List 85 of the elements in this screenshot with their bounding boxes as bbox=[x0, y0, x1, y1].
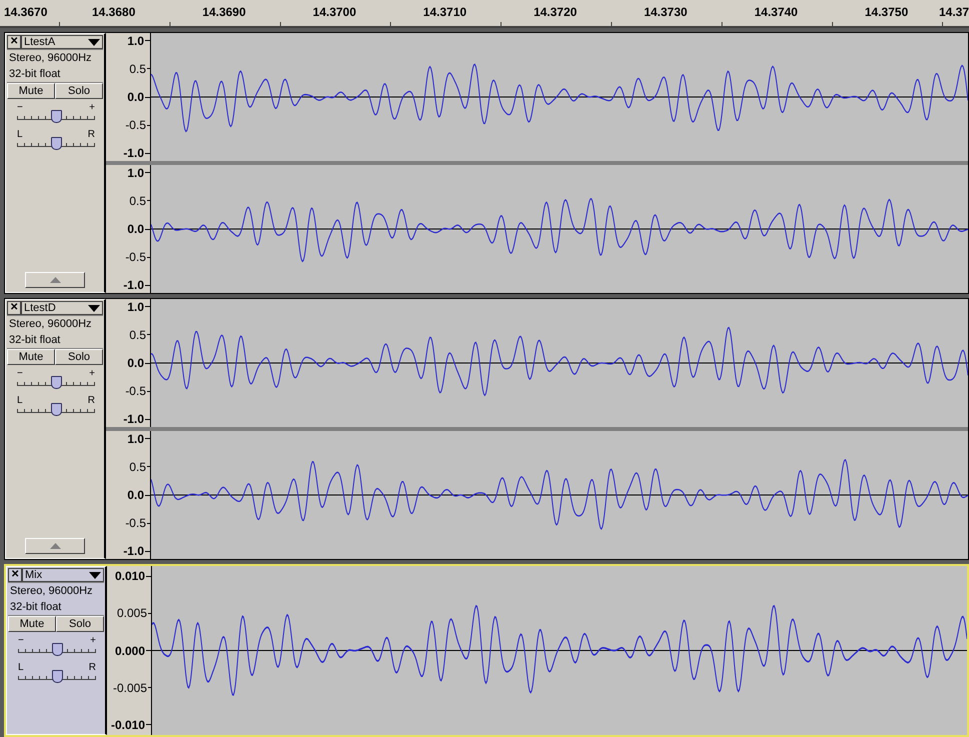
amplitude-label: 0.5 bbox=[129, 328, 147, 342]
solo-button[interactable]: Solo bbox=[55, 83, 103, 99]
slider-thumb[interactable] bbox=[51, 110, 62, 123]
pan-slider[interactable] bbox=[17, 140, 95, 147]
time-label: 14.3720 bbox=[534, 4, 578, 19]
track-info: 32-bit float bbox=[8, 333, 62, 348]
slider-min-label: L bbox=[17, 396, 23, 406]
solo-button[interactable]: Solo bbox=[55, 349, 103, 365]
track-name-menu[interactable]: LtestD bbox=[21, 301, 103, 315]
amplitude-label: 1.0 bbox=[127, 432, 145, 446]
slider-min-label: − bbox=[17, 369, 23, 379]
track-info: Stereo, 96000Hz bbox=[9, 584, 94, 599]
slider-max-label: R bbox=[88, 130, 95, 140]
amplitude-label: -1.0 bbox=[123, 412, 145, 426]
slider-min-label: L bbox=[18, 663, 24, 673]
mute-button[interactable]: Mute bbox=[7, 83, 55, 99]
close-button[interactable]: ✕ bbox=[7, 35, 21, 49]
time-label: 14.3750 bbox=[864, 4, 908, 19]
amplitude-label: -1.0 bbox=[123, 146, 145, 160]
up-triangle-icon bbox=[50, 277, 60, 283]
slider-min-label: − bbox=[17, 103, 23, 113]
amplitude-label: -0.5 bbox=[125, 250, 147, 264]
time-label: 14.3740 bbox=[754, 4, 799, 19]
slider-max-label: + bbox=[89, 103, 95, 113]
time-label: 14.3680 bbox=[92, 4, 136, 19]
amplitude-label: 0.5 bbox=[129, 460, 147, 474]
amplitude-label: 0.0 bbox=[127, 222, 145, 236]
up-triangle-icon bbox=[50, 543, 60, 549]
track-info: 32-bit float bbox=[8, 67, 62, 82]
slider-min-label: − bbox=[18, 636, 24, 646]
amplitude-label: 0.010 bbox=[114, 569, 146, 584]
track-info: Stereo, 96000Hz bbox=[8, 51, 93, 66]
pan-slider[interactable] bbox=[17, 406, 95, 413]
dropdown-triangle-icon bbox=[88, 304, 100, 312]
slider-thumb[interactable] bbox=[51, 403, 62, 416]
close-button[interactable]: ✕ bbox=[7, 301, 21, 315]
amplitude-label: 0.5 bbox=[129, 194, 147, 208]
time-ruler[interactable]: 14.3670 14.3680 14.3690 14.3700 14.3710 14.3720 14.3730 14.3740 14.3750 14.37 bbox=[0, 0, 969, 28]
time-label: 14.3700 bbox=[312, 4, 358, 19]
amplitude-label: 1.0 bbox=[127, 166, 145, 180]
gain-slider[interactable] bbox=[18, 646, 96, 653]
amplitude-label: -0.5 bbox=[125, 384, 147, 398]
amplitude-label: 0.0 bbox=[127, 356, 145, 370]
amplitude-label: 0.005 bbox=[116, 606, 148, 620]
close-button[interactable]: ✕ bbox=[8, 568, 22, 582]
slider-thumb[interactable] bbox=[51, 376, 62, 389]
amplitude-label: -1.0 bbox=[123, 278, 145, 292]
time-label: 14.3670 bbox=[4, 4, 48, 19]
amplitude-label: 1.0 bbox=[127, 300, 145, 314]
track-name-menu[interactable]: LtestA bbox=[21, 35, 103, 49]
amplitude-label: 1.0 bbox=[127, 34, 145, 48]
slider-max-label: R bbox=[88, 396, 95, 406]
slider-min-label: L bbox=[17, 130, 23, 140]
mute-button[interactable]: Mute bbox=[7, 349, 55, 365]
slider-max-label: + bbox=[90, 636, 96, 646]
slider-thumb[interactable] bbox=[51, 137, 62, 150]
amplitude-label: -0.010 bbox=[110, 718, 146, 732]
time-label: 14.3690 bbox=[202, 4, 247, 19]
track-info: Stereo, 96000Hz bbox=[8, 317, 93, 332]
slider-thumb[interactable] bbox=[52, 643, 63, 656]
mute-button[interactable]: Mute bbox=[8, 616, 56, 632]
time-label: 14.37 bbox=[938, 4, 969, 19]
amplitude-label: 0.000 bbox=[114, 644, 146, 658]
amplitude-label: -0.005 bbox=[112, 680, 148, 695]
amplitude-label: -0.5 bbox=[125, 516, 147, 530]
solo-button[interactable]: Solo bbox=[56, 616, 104, 632]
dropdown-triangle-icon bbox=[89, 572, 101, 578]
track-info: 32-bit float bbox=[9, 600, 62, 615]
amplitude-label: -1.0 bbox=[123, 544, 145, 558]
amplitude-label: -0.5 bbox=[125, 118, 147, 132]
amplitude-label: 0.0 bbox=[127, 90, 145, 104]
collapse-button[interactable] bbox=[25, 538, 85, 554]
amplitude-label: 0.5 bbox=[129, 62, 147, 76]
pan-slider[interactable] bbox=[18, 673, 96, 680]
slider-max-label: + bbox=[89, 369, 95, 379]
slider-max-label: R bbox=[88, 663, 96, 673]
amplitude-label: 0.0 bbox=[127, 488, 145, 502]
gain-slider[interactable] bbox=[17, 379, 95, 386]
dropdown-triangle-icon bbox=[88, 38, 100, 46]
time-label: 14.3710 bbox=[423, 4, 468, 19]
collapse-button[interactable] bbox=[25, 272, 85, 288]
gain-slider[interactable] bbox=[17, 113, 95, 120]
time-label: 14.3730 bbox=[644, 4, 688, 19]
slider-thumb[interactable] bbox=[52, 670, 63, 683]
track-name-menu[interactable]: Mix bbox=[22, 568, 104, 582]
